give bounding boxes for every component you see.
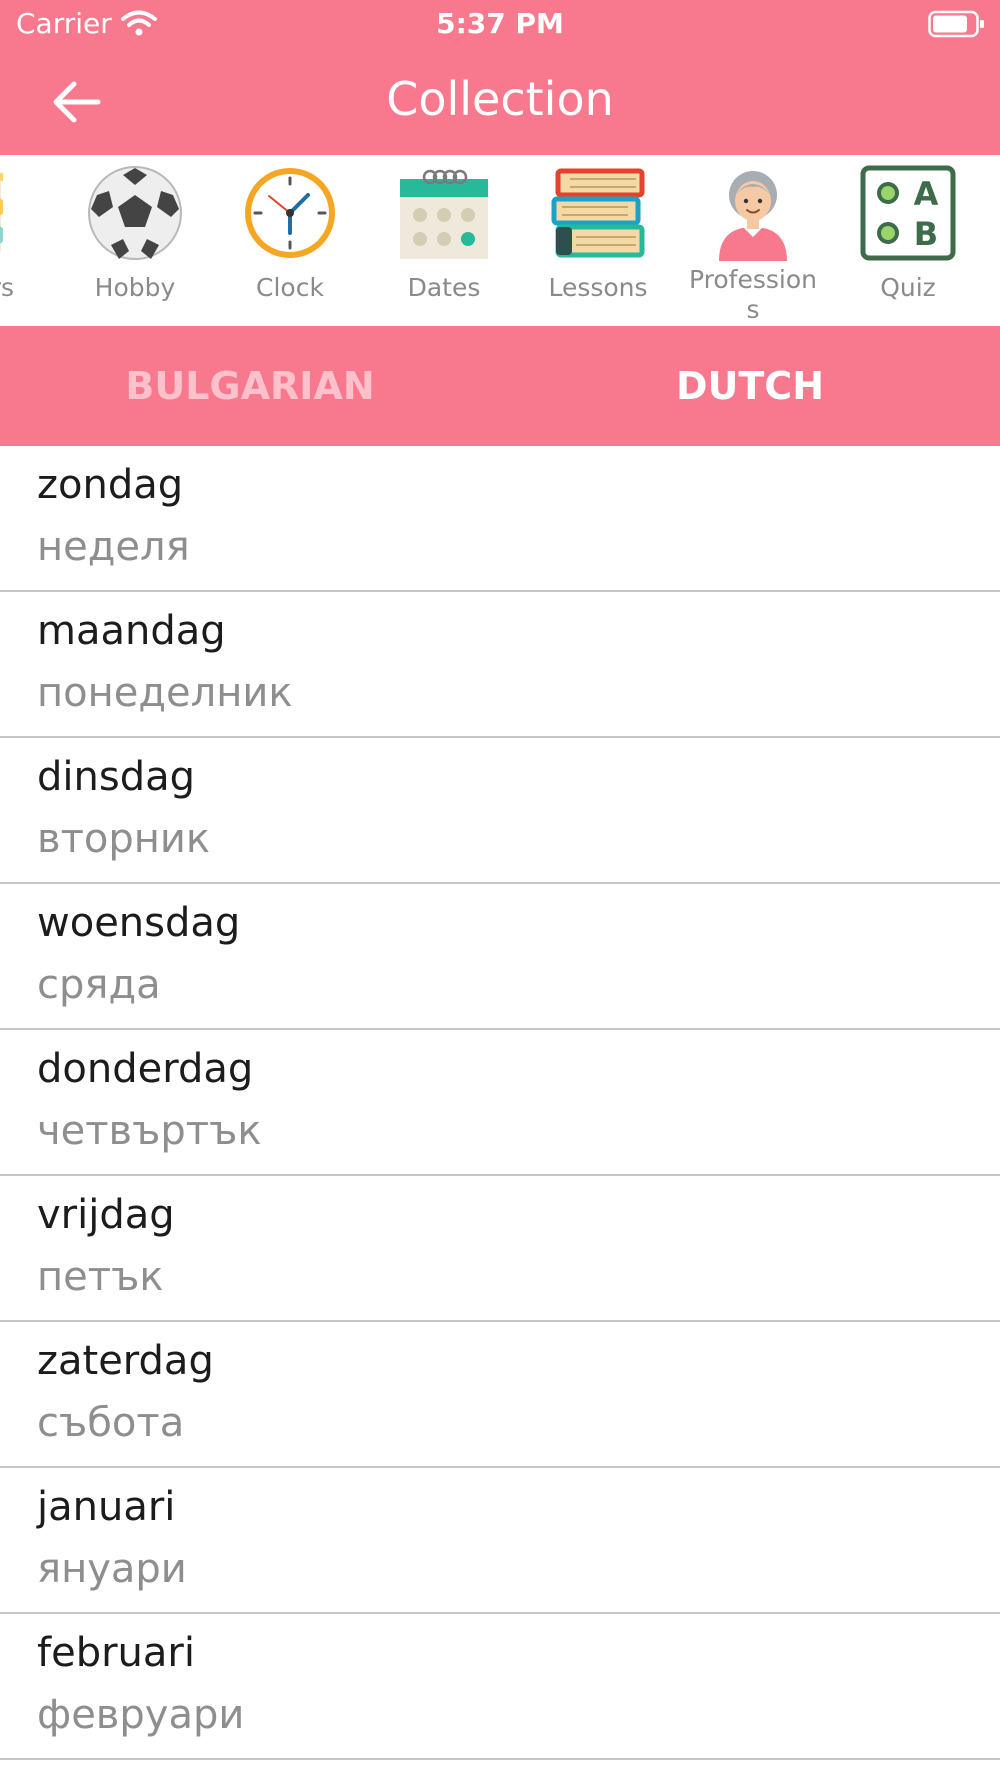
svg-text:B: B (914, 215, 938, 253)
category-label: rs (0, 273, 14, 302)
word-bulgarian: четвъртък (37, 1108, 262, 1154)
status-time: 5:37 PM (436, 7, 564, 40)
word-dutch: dinsdag (37, 754, 195, 800)
word-bulgarian: вторник (37, 816, 211, 862)
books-icon (551, 168, 645, 258)
word-dutch: januari (37, 1484, 176, 1530)
word-bulgarian: неделя (37, 524, 190, 570)
person-icon (719, 171, 787, 261)
category-label: Lessons (548, 273, 648, 302)
nav-bar: Collection (0, 50, 1000, 155)
clock-icon (245, 168, 335, 258)
word-dutch: februari (37, 1630, 195, 1676)
language-tabs: BULGARIAN DUTCH (0, 326, 1000, 446)
word-bulgarian: сряда (37, 962, 161, 1008)
word-dutch: zaterdag (37, 1338, 214, 1384)
category-strip[interactable]: rs Hobby Clock (0, 155, 1000, 326)
category-label: Hobby (94, 273, 176, 302)
word-bulgarian: понеделник (37, 670, 293, 716)
list-item[interactable]: februari февруари (0, 1614, 1000, 1760)
list-item[interactable]: zondag неделя (0, 446, 1000, 592)
battery-icon (928, 10, 984, 38)
calendar-icon (400, 169, 488, 259)
category-item-quiz[interactable]: A B Quiz (833, 155, 983, 326)
category-item-professions[interactable]: Profession s (678, 155, 828, 326)
page-title: Collection (386, 72, 614, 126)
word-dutch: woensdag (37, 900, 241, 946)
word-dutch: zondag (37, 462, 184, 508)
category-item-dates[interactable]: Dates (369, 155, 519, 326)
category-label: Clock (256, 273, 324, 302)
word-dutch: vrijdag (37, 1192, 175, 1238)
list-item[interactable]: donderdag четвъртък (0, 1030, 1000, 1176)
list-item[interactable]: vrijdag петък (0, 1176, 1000, 1322)
word-bulgarian: петък (37, 1254, 164, 1300)
word-bulgarian: февруари (37, 1692, 245, 1738)
svg-text:A: A (914, 175, 939, 213)
word-list: zondag неделя maandag понеделник dinsdag… (0, 446, 1000, 1760)
tab-bulgarian[interactable]: BULGARIAN (0, 326, 500, 446)
list-item[interactable]: zaterdag събота (0, 1322, 1000, 1468)
category-label: Quiz (880, 273, 936, 302)
category-label: Dates (407, 273, 481, 302)
soccer-ball-icon (88, 166, 182, 260)
category-item-clock[interactable]: Clock (215, 155, 365, 326)
category-item-hobby[interactable]: Hobby (60, 155, 210, 326)
word-bulgarian: събота (37, 1400, 185, 1446)
category-label: Profession s (689, 265, 817, 324)
partial-category-icon (0, 173, 3, 253)
tab-dutch[interactable]: DUTCH (500, 326, 1000, 446)
list-item[interactable]: januari януари (0, 1468, 1000, 1614)
list-item[interactable]: woensdag сряда (0, 884, 1000, 1030)
word-bulgarian: януари (37, 1546, 187, 1592)
word-dutch: donderdag (37, 1046, 254, 1092)
category-item-lessons[interactable]: Lessons (523, 155, 673, 326)
word-dutch: maandag (37, 608, 226, 654)
list-item[interactable]: dinsdag вторник (0, 738, 1000, 884)
list-item[interactable]: maandag понеделник (0, 592, 1000, 738)
status-bar: Carrier 5:37 PM (0, 0, 1000, 50)
category-item-partial[interactable]: rs (0, 155, 30, 326)
quiz-icon: A B (860, 165, 956, 261)
